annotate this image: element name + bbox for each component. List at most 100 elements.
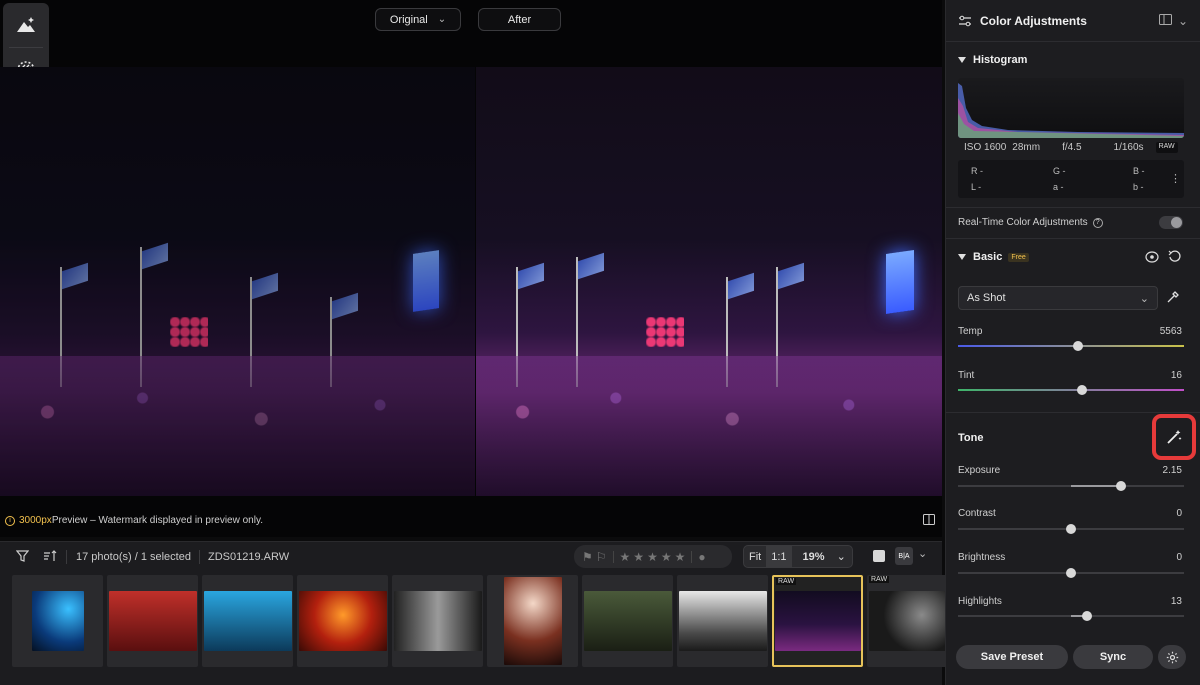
thumbnail[interactable] xyxy=(487,575,578,667)
zoom-control: Fit 1:1 19% ⌄ xyxy=(743,545,853,568)
histogram-title: Histogram xyxy=(973,54,1028,66)
thumbnail-image xyxy=(108,591,197,651)
before-after-label: B|A xyxy=(898,552,910,560)
chevron-down-icon[interactable]: ⌄ xyxy=(1178,14,1188,28)
single-view-icon[interactable] xyxy=(873,550,885,562)
thumbnail[interactable] xyxy=(12,575,103,667)
magic-wand-icon xyxy=(1167,430,1182,444)
star-5-icon[interactable]: ★ xyxy=(675,550,686,564)
temp-slider[interactable] xyxy=(958,341,1184,351)
stage-lights xyxy=(646,317,684,347)
highlights-value[interactable]: 13 xyxy=(1171,596,1182,607)
thumbnail[interactable] xyxy=(202,575,293,667)
chevron-down-icon[interactable]: ⌄ xyxy=(832,550,851,563)
exposure-value[interactable]: 2.15 xyxy=(1163,465,1182,476)
more-options-icon[interactable]: ⋮ xyxy=(1170,172,1181,185)
panel-layout-icon[interactable] xyxy=(1158,13,1172,28)
divider xyxy=(946,412,1200,413)
thumbnail-image xyxy=(868,591,957,651)
exposure-slider[interactable] xyxy=(958,481,1184,491)
thumbnail-image xyxy=(774,591,861,651)
readout-b: B - xyxy=(1133,166,1145,176)
eyedropper-icon[interactable] xyxy=(1166,290,1180,307)
color-label-icon[interactable]: ● xyxy=(698,550,705,564)
compare-original-dropdown[interactable]: Original ⌄ xyxy=(375,8,461,31)
current-filename: ZDS01219.ARW xyxy=(207,551,290,563)
thumbnail-image xyxy=(503,577,562,665)
zoom-level-dropdown[interactable]: 19% xyxy=(798,551,830,563)
compare-after-button[interactable]: After xyxy=(478,8,561,31)
tint-label: Tint xyxy=(958,370,975,381)
preview-notice-text: Preview – Watermark displayed in preview… xyxy=(51,515,264,526)
tint-value[interactable]: 16 xyxy=(1171,370,1182,381)
filter-icon[interactable] xyxy=(15,549,30,565)
thumbnail[interactable] xyxy=(677,575,768,667)
tint-slider[interactable] xyxy=(958,385,1184,395)
zoom-1to1-button[interactable]: 1:1 xyxy=(766,546,792,567)
brightness-value[interactable]: 0 xyxy=(1176,552,1182,563)
gear-icon xyxy=(1166,651,1178,663)
sync-button[interactable]: Sync xyxy=(1073,645,1153,669)
save-preset-button[interactable]: Save Preset xyxy=(956,645,1068,669)
panel-header: Color Adjustments ⌄ xyxy=(946,0,1200,42)
thumbnail[interactable] xyxy=(107,575,198,667)
slider-knob[interactable] xyxy=(1066,568,1076,578)
exif-focal-length: 28mm xyxy=(1012,142,1041,153)
flag-pick-icon[interactable]: ⚑ xyxy=(582,550,593,564)
thumbnail-selected[interactable]: RAW xyxy=(772,575,863,667)
profile-dropdown[interactable]: As Shot ⌄ xyxy=(958,286,1158,310)
zoom-fit-button[interactable]: Fit xyxy=(744,551,766,563)
auto-tone-button[interactable] xyxy=(1152,414,1196,460)
slider-knob[interactable] xyxy=(1081,611,1092,621)
histogram-graph xyxy=(958,78,1184,138)
eye-icon[interactable] xyxy=(1145,251,1159,266)
flag-reject-icon[interactable]: ⚐ xyxy=(596,550,607,564)
reset-icon[interactable] xyxy=(1168,250,1181,266)
basic-header[interactable]: Basic Free xyxy=(958,251,1029,263)
highlights-slider[interactable] xyxy=(958,611,1184,621)
rating-divider xyxy=(612,550,614,563)
brightness-slider[interactable] xyxy=(958,568,1184,578)
enhance-tool-button[interactable] xyxy=(3,3,49,47)
thumbnail[interactable] xyxy=(297,575,388,667)
star-3-icon[interactable]: ★ xyxy=(647,550,658,564)
panel-title: Color Adjustments xyxy=(980,13,1087,28)
contrast-slider[interactable] xyxy=(958,524,1184,534)
image-viewer: Original ⌄ After i 3000px Preview – Wate… xyxy=(0,0,942,537)
adjusted-photo xyxy=(476,67,942,496)
help-icon[interactable]: ? xyxy=(1092,217,1103,228)
histogram-header[interactable]: Histogram xyxy=(958,54,1027,66)
compare-original-label: Original xyxy=(389,13,428,26)
sync-settings-button[interactable] xyxy=(1158,645,1186,669)
temp-value[interactable]: 5563 xyxy=(1160,326,1182,337)
realtime-toggle[interactable] xyxy=(1159,216,1183,229)
slider-knob[interactable] xyxy=(1072,341,1083,351)
free-badge: Free xyxy=(1008,252,1029,262)
before-after-view-button[interactable]: B|A xyxy=(895,547,913,565)
toolbar-divider xyxy=(198,550,200,564)
exif-shutter: 1/160s xyxy=(1113,142,1144,153)
tone-title: Tone xyxy=(958,432,984,444)
readout-a: a - xyxy=(1053,182,1064,192)
save-preset-label: Save Preset xyxy=(980,651,1044,663)
star-2-icon[interactable]: ★ xyxy=(633,550,644,564)
star-4-icon[interactable]: ★ xyxy=(661,550,672,564)
thumbnail[interactable] xyxy=(582,575,673,667)
slider-knob[interactable] xyxy=(1115,481,1126,491)
raw-tag: RAW xyxy=(776,578,797,585)
slider-knob[interactable] xyxy=(1077,385,1088,395)
thumbnail-strip: RAW RAW xyxy=(12,575,958,667)
slider-knob[interactable] xyxy=(1066,524,1076,534)
raw-badge: RAW xyxy=(1155,142,1178,153)
highlights-label: Highlights xyxy=(958,596,1002,607)
split-view-icon[interactable] xyxy=(923,514,935,528)
exif-info: ISO 1600 28mm f/4.5 1/160s RAW xyxy=(964,142,1184,153)
star-1-icon[interactable]: ★ xyxy=(620,550,631,564)
divider xyxy=(946,238,1200,239)
thumbnail[interactable] xyxy=(392,575,483,667)
stage-lights xyxy=(170,317,208,347)
contrast-value[interactable]: 0 xyxy=(1176,508,1182,519)
chevron-down-icon[interactable]: ⌄ xyxy=(918,547,927,560)
sort-icon[interactable] xyxy=(43,549,57,565)
color-adjustments-panel: Color Adjustments ⌄ Histogram ISO 1600 2… xyxy=(945,0,1200,685)
